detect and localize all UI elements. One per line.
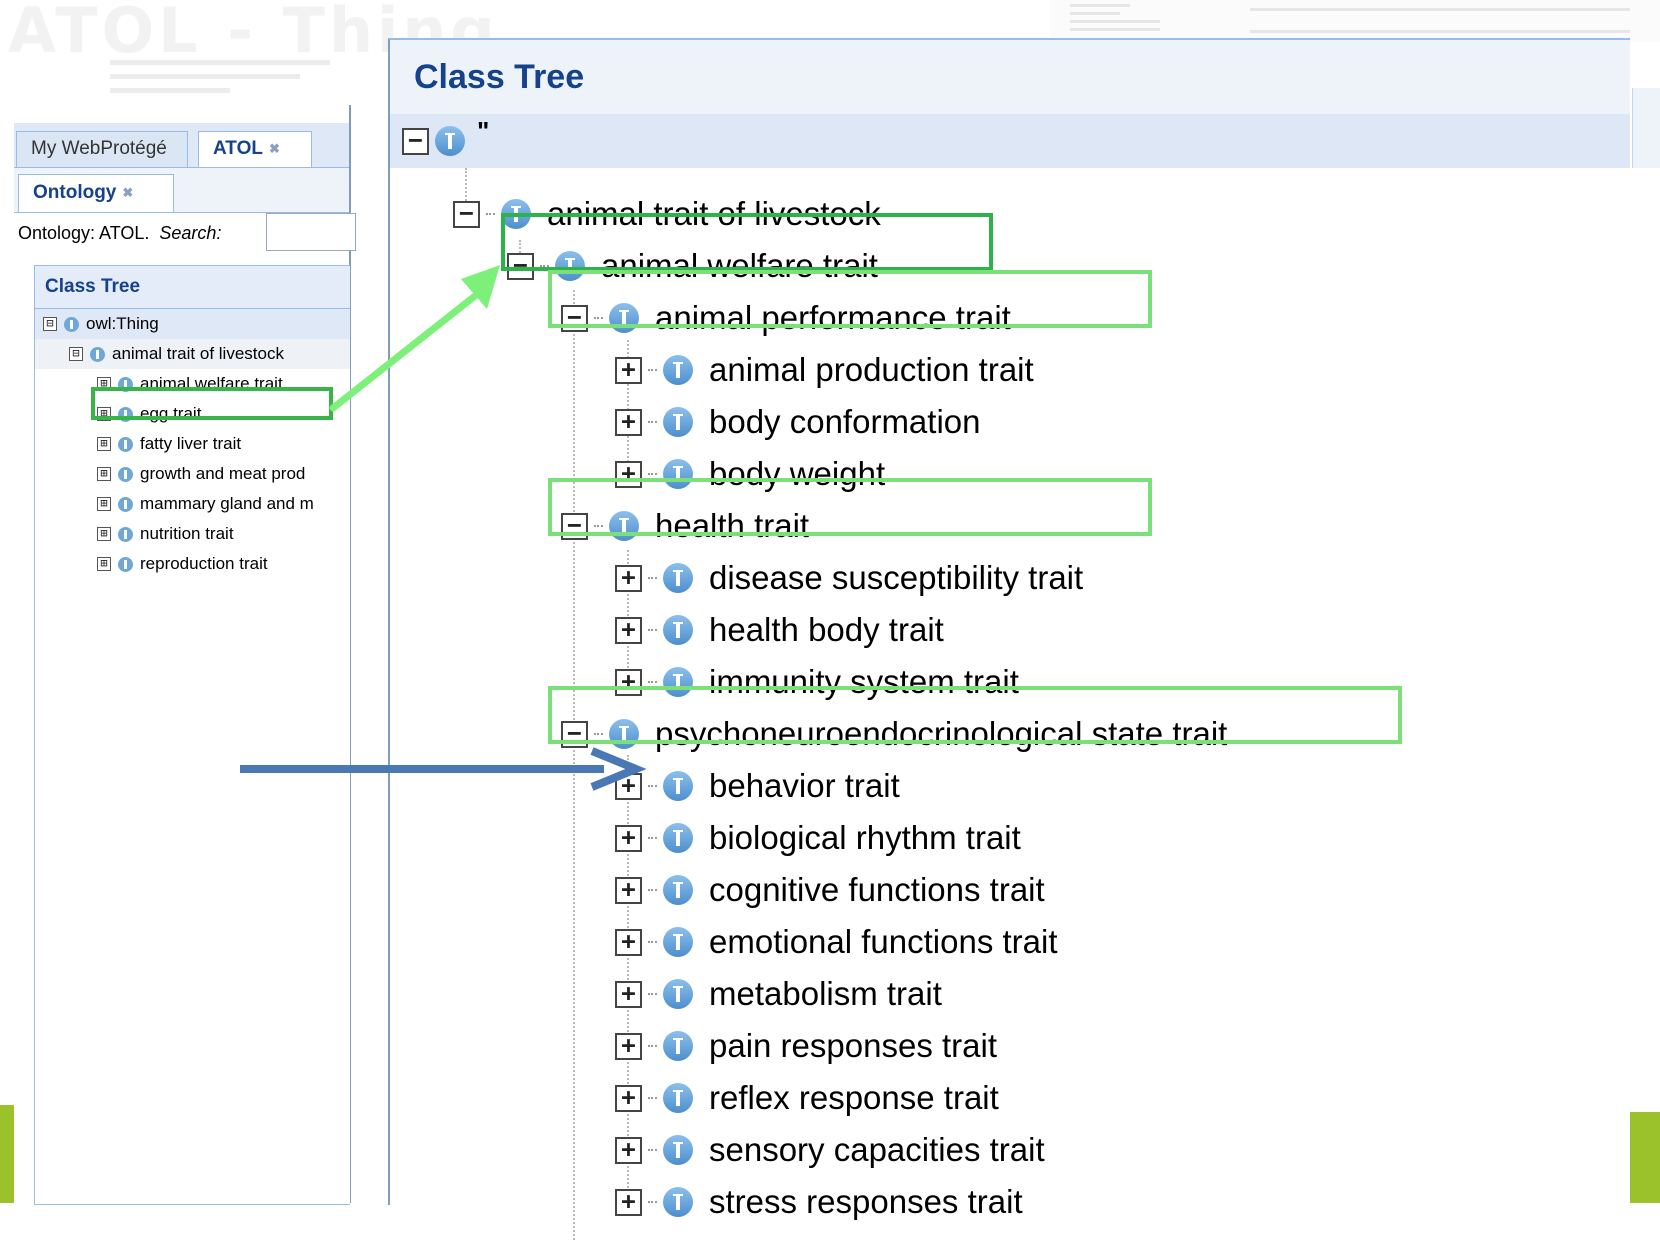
- green-arrow: [329, 265, 500, 412]
- annotation-arrows: [240, 265, 647, 791]
- blue-arrow: [240, 747, 647, 791]
